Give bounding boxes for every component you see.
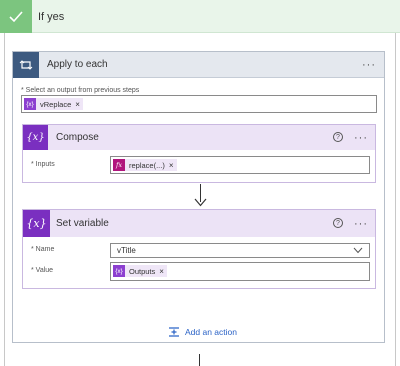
token-label: vReplace bbox=[40, 99, 72, 109]
name-value: vTitle bbox=[117, 246, 136, 255]
add-action-label: Add an action bbox=[185, 327, 237, 337]
token-label: replace(...) bbox=[129, 160, 165, 170]
variable-icon: {x} bbox=[113, 265, 125, 277]
remove-token-icon[interactable]: × bbox=[75, 100, 80, 109]
vreplace-token[interactable]: {x} vReplace × bbox=[24, 98, 83, 110]
apply-to-each-header[interactable]: Apply to each ··· bbox=[13, 52, 384, 78]
more-options-icon[interactable]: ··· bbox=[354, 133, 368, 144]
compose-header[interactable]: {x} Compose ? ··· bbox=[23, 125, 375, 150]
more-options-icon[interactable]: ··· bbox=[362, 60, 376, 71]
inputs-label: * Inputs bbox=[31, 161, 55, 168]
set-variable-title: Set variable bbox=[56, 218, 109, 229]
apply-to-each-card: Apply to each ··· * Select an output fro… bbox=[12, 51, 385, 343]
compose-title: Compose bbox=[56, 132, 99, 143]
function-icon: fx bbox=[113, 159, 125, 171]
checkmark-icon bbox=[0, 0, 32, 33]
variable-icon: {x} bbox=[23, 210, 50, 237]
set-variable-header[interactable]: {x} Set variable ? ··· bbox=[23, 210, 375, 237]
remove-token-icon[interactable]: × bbox=[159, 267, 164, 276]
set-variable-card: {x} Set variable ? ··· * Name vTitle * V… bbox=[22, 209, 376, 289]
value-field[interactable]: {x} Outputs × bbox=[110, 262, 370, 281]
help-icon[interactable]: ? bbox=[333, 132, 343, 142]
name-label: * Name bbox=[31, 246, 55, 253]
help-icon[interactable]: ? bbox=[333, 218, 343, 228]
apply-to-each-title: Apply to each bbox=[47, 59, 108, 70]
chevron-down-icon bbox=[353, 247, 363, 254]
replace-expression-token[interactable]: fx replace(...) × bbox=[113, 159, 177, 171]
flow-designer: If yes Apply to each ··· * Select an out… bbox=[0, 0, 400, 366]
remove-token-icon[interactable]: × bbox=[169, 161, 174, 170]
loop-icon bbox=[13, 52, 39, 78]
connector-line bbox=[199, 354, 200, 366]
name-select[interactable]: vTitle bbox=[110, 243, 370, 258]
token-label: Outputs bbox=[129, 266, 156, 276]
if-yes-header[interactable]: If yes bbox=[0, 0, 400, 33]
if-yes-title: If yes bbox=[38, 11, 65, 23]
add-action-button[interactable]: Add an action bbox=[168, 326, 237, 338]
variable-icon: {x} bbox=[23, 125, 48, 150]
compose-card: {x} Compose ? ··· * Inputs fx replace(..… bbox=[22, 124, 376, 183]
select-output-input[interactable]: {x} vReplace × bbox=[21, 95, 377, 113]
outputs-token[interactable]: {x} Outputs × bbox=[113, 265, 167, 277]
variable-icon: {x} bbox=[24, 98, 36, 110]
add-action-icon bbox=[169, 327, 179, 337]
value-label: * Value bbox=[31, 267, 54, 274]
select-output-label: * Select an output from previous steps bbox=[21, 87, 140, 94]
down-arrow-icon bbox=[194, 198, 207, 207]
more-options-icon[interactable]: ··· bbox=[354, 219, 368, 230]
inputs-field[interactable]: fx replace(...) × bbox=[110, 156, 370, 174]
